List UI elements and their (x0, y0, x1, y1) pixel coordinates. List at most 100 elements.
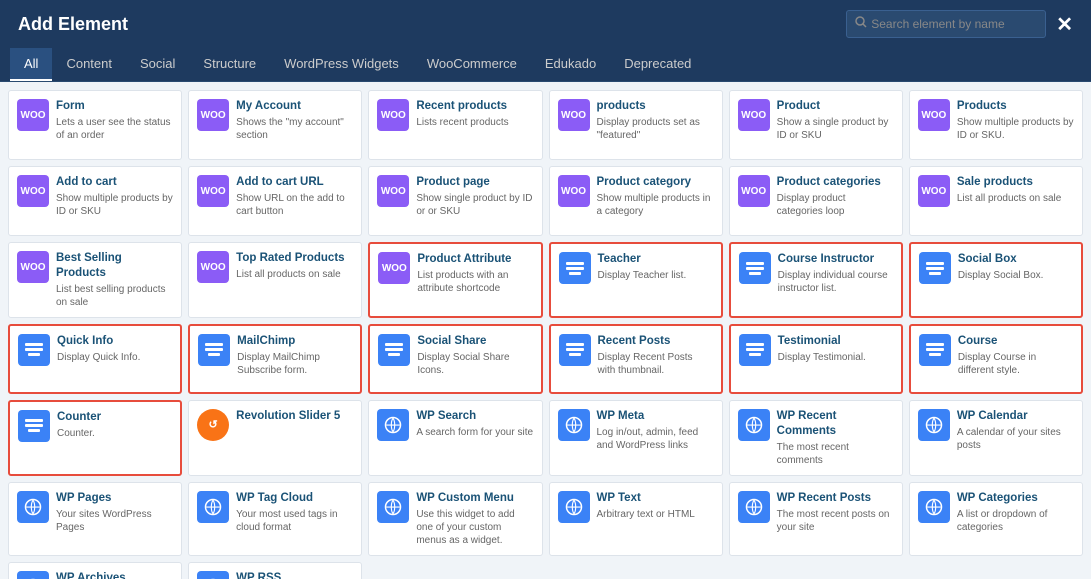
element-card-wp_recent_posts[interactable]: WP Recent Posts The most recent posts on… (729, 482, 903, 556)
card-title-form: Form (56, 99, 173, 114)
card-text-wp_calendar: WP Calendar A calendar of your sites pos… (957, 409, 1074, 452)
card-text-course: Course Display Course in different style… (958, 334, 1073, 377)
card-text-revolution_slider: Revolution Slider 5 (236, 409, 353, 426)
element-card-top_rated[interactable]: WOO Top Rated Products List all products… (188, 242, 362, 318)
element-card-product_page[interactable]: WOO Product page Show single product by … (368, 166, 542, 236)
card-text-social_share: Social Share Display Social Share Icons. (417, 334, 532, 377)
edu-icon (18, 410, 50, 442)
element-card-sale_products[interactable]: WOO Sale products List all products on s… (909, 166, 1083, 236)
element-card-wp_text[interactable]: WP Text Arbitrary text or HTML (549, 482, 723, 556)
edu-icon (378, 334, 410, 366)
element-card-recent_posts[interactable]: Recent Posts Display Recent Posts with t… (549, 324, 723, 394)
tab-woocommerce[interactable]: WooCommerce (413, 48, 531, 81)
element-card-recent_products[interactable]: WOO Recent products Lists recent product… (368, 90, 542, 160)
element-card-product_categories[interactable]: WOO Product categories Display product c… (729, 166, 903, 236)
element-card-wp_tag_cloud[interactable]: WP Tag Cloud Your most used tags in clou… (188, 482, 362, 556)
card-text-quick_info: Quick Info Display Quick Info. (57, 334, 172, 364)
element-card-product_category[interactable]: WOO Product category Show multiple produ… (549, 166, 723, 236)
card-title-product_categories: Product categories (777, 175, 894, 190)
element-card-wp_meta[interactable]: WP Meta Log in/out, admin, feed and Word… (549, 400, 723, 476)
card-title-wp_calendar: WP Calendar (957, 409, 1074, 424)
element-card-single_product[interactable]: WOO Product Show a single product by ID … (729, 90, 903, 160)
search-box[interactable] (846, 10, 1046, 38)
card-desc-products: Show multiple products by ID or SKU. (957, 116, 1074, 142)
card-desc-recent_products: Lists recent products (416, 116, 533, 129)
element-card-wp_custom_menu[interactable]: WP Custom Menu Use this widget to add on… (368, 482, 542, 556)
card-title-wp_search: WP Search (416, 409, 533, 424)
wp-icon (918, 409, 950, 441)
tab-edukado[interactable]: Edukado (531, 48, 610, 81)
tab-wordpress-widgets[interactable]: WordPress Widgets (270, 48, 413, 81)
card-text-add_to_cart: Add to cart Show multiple products by ID… (56, 175, 173, 218)
element-card-wp_archives[interactable]: WP Archives A monthly archive of your si… (8, 562, 182, 579)
card-text-social_box: Social Box Display Social Box. (958, 252, 1073, 282)
card-title-wp_pages: WP Pages (56, 491, 173, 506)
element-card-wp_rss[interactable]: WP RSS Entries from any RSS or Atom feed (188, 562, 362, 579)
card-title-my_account: My Account (236, 99, 353, 114)
wp-icon (558, 491, 590, 523)
card-desc-quick_info: Display Quick Info. (57, 351, 172, 364)
element-card-wp_categories[interactable]: WP Categories A list or dropdown of cate… (909, 482, 1083, 556)
element-card-social_share[interactable]: Social Share Display Social Share Icons. (368, 324, 542, 394)
add-element-modal: Add Element ✕ All Content Social Structu… (0, 0, 1091, 579)
card-title-featured_products: products (597, 99, 714, 114)
element-card-add_to_cart_url[interactable]: WOO Add to cart URL Show URL on the add … (188, 166, 362, 236)
element-card-social_box[interactable]: Social Box Display Social Box. (909, 242, 1083, 318)
edu-icon (739, 334, 771, 366)
element-card-testimonial[interactable]: Testimonial Display Testimonial. (729, 324, 903, 394)
element-card-products[interactable]: WOO Products Show multiple products by I… (909, 90, 1083, 160)
edu-icon (739, 252, 771, 284)
header-right: ✕ (846, 10, 1073, 38)
element-card-course[interactable]: Course Display Course in different style… (909, 324, 1083, 394)
tab-social[interactable]: Social (126, 48, 189, 81)
element-card-product_attribute[interactable]: WOO Product Attribute List products with… (368, 242, 542, 318)
element-card-mailchimp[interactable]: MailChimp Display MailChimp Subscribe fo… (188, 324, 362, 394)
tab-all[interactable]: All (10, 48, 52, 81)
card-desc-wp_meta: Log in/out, admin, feed and WordPress li… (597, 426, 714, 452)
card-title-product_page: Product page (416, 175, 533, 190)
card-title-social_box: Social Box (958, 252, 1073, 267)
modal-title: Add Element (18, 14, 128, 35)
element-card-course_instructor[interactable]: Course Instructor Display individual cou… (729, 242, 903, 318)
card-title-wp_text: WP Text (597, 491, 714, 506)
element-card-featured_products[interactable]: WOO products Display products set as "fe… (549, 90, 723, 160)
woo-icon: WOO (377, 175, 409, 207)
element-grid: WOO Form Lets a user see the status of a… (8, 90, 1083, 579)
element-card-best_selling[interactable]: WOO Best Selling Products List best sell… (8, 242, 182, 318)
element-card-quick_info[interactable]: Quick Info Display Quick Info. (8, 324, 182, 394)
card-title-counter: Counter (57, 410, 172, 425)
card-title-add_to_cart: Add to cart (56, 175, 173, 190)
card-title-wp_rss: WP RSS (236, 571, 353, 579)
element-card-counter[interactable]: Counter Counter. (8, 400, 182, 476)
card-text-wp_search: WP Search A search form for your site (416, 409, 533, 439)
element-card-my_account[interactable]: WOO My Account Shows the "my account" se… (188, 90, 362, 160)
wp-icon (17, 491, 49, 523)
woo-icon: WOO (377, 99, 409, 131)
card-desc-product_page: Show single product by ID or or SKU (416, 192, 533, 218)
card-title-mailchimp: MailChimp (237, 334, 352, 349)
element-card-wp_calendar[interactable]: WP Calendar A calendar of your sites pos… (909, 400, 1083, 476)
element-card-teacher[interactable]: Teacher Display Teacher list. (549, 242, 723, 318)
card-desc-wp_search: A search form for your site (416, 426, 533, 439)
card-desc-my_account: Shows the "my account" section (236, 116, 353, 142)
card-desc-featured_products: Display products set as "featured" (597, 116, 714, 142)
tab-content[interactable]: Content (52, 48, 126, 81)
wp-icon (738, 491, 770, 523)
element-card-revolution_slider[interactable]: ↺ Revolution Slider 5 (188, 400, 362, 476)
element-card-form[interactable]: WOO Form Lets a user see the status of a… (8, 90, 182, 160)
card-title-testimonial: Testimonial (778, 334, 893, 349)
edu-icon (559, 252, 591, 284)
element-card-wp_search[interactable]: WP Search A search form for your site (368, 400, 542, 476)
woo-icon: WOO (197, 175, 229, 207)
element-card-wp_pages[interactable]: WP Pages Your sites WordPress Pages (8, 482, 182, 556)
tab-deprecated[interactable]: Deprecated (610, 48, 705, 81)
woo-icon: WOO (738, 175, 770, 207)
woo-icon: WOO (558, 99, 590, 131)
element-card-wp_recent_comments[interactable]: WP Recent Comments The most recent comme… (729, 400, 903, 476)
card-title-wp_meta: WP Meta (597, 409, 714, 424)
element-card-add_to_cart[interactable]: WOO Add to cart Show multiple products b… (8, 166, 182, 236)
close-button[interactable]: ✕ (1056, 12, 1073, 37)
search-input[interactable] (871, 17, 1031, 31)
card-title-wp_recent_posts: WP Recent Posts (777, 491, 894, 506)
tab-structure[interactable]: Structure (189, 48, 270, 81)
